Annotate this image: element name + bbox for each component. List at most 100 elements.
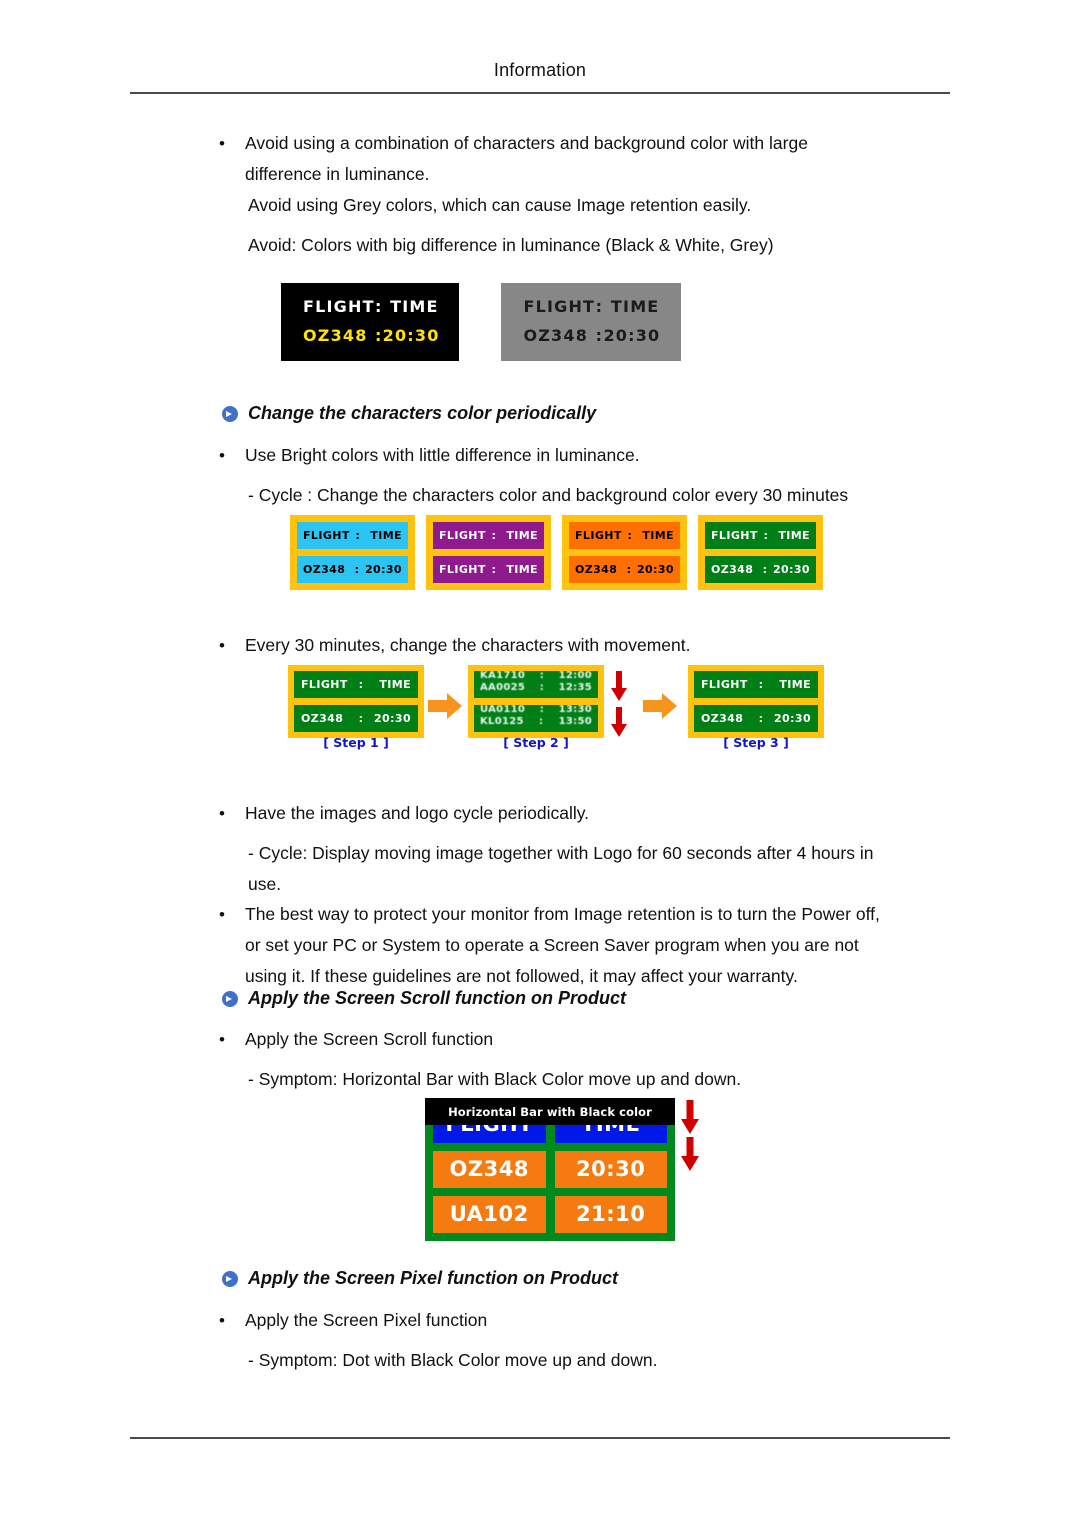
bullet-marker: •	[219, 134, 225, 153]
panel-row-data: OZ348 : 20:30	[705, 556, 816, 583]
flight-number: KA1710	[480, 671, 526, 681]
bullet-marker: •	[219, 446, 225, 465]
bullet-marker: •	[219, 636, 225, 655]
panel-row-header: FLIGHT : TIME	[297, 522, 408, 549]
paragraph-apply-screen-scroll: • Apply the Screen Scroll function	[215, 1024, 880, 1055]
time-value: 20:30	[373, 712, 411, 725]
flight-label: FLIGHT	[301, 678, 348, 691]
flight-number: OZ348	[303, 563, 346, 576]
time-value: 20:30	[772, 563, 810, 576]
separator: :	[491, 529, 497, 542]
board-row-ua102: UA102 21:10	[433, 1196, 667, 1233]
flight-label: FLIGHT	[711, 529, 758, 542]
flight-label: FLIGHT	[575, 529, 622, 542]
panel-row-header: FLIGHT : TIME	[569, 522, 680, 549]
time-label: TIME	[778, 529, 810, 542]
board-row-data: OZ348 : 20:30	[523, 326, 659, 345]
flight-number: OZ348	[303, 326, 368, 345]
flight-number: OZ348	[575, 563, 618, 576]
time-label: TIME	[506, 529, 538, 542]
step3-caption: [ Step 3 ]	[723, 735, 789, 750]
time-value-cell: 21:10	[554, 1196, 667, 1233]
page-header: Information	[0, 60, 1080, 81]
separator: :	[539, 716, 544, 727]
flight-label: FLIGHT	[439, 529, 486, 542]
time-value: 20:30	[636, 563, 674, 576]
separator: :	[763, 529, 769, 542]
down-arrow-icon	[681, 1137, 699, 1171]
flight-number: OZ348	[523, 326, 589, 345]
bullet-marker: •	[219, 1311, 225, 1330]
scroll-line: KL0125 : 13:50	[480, 716, 592, 728]
flight-board-grey: FLIGHT : TIME OZ348 : 20:30	[501, 283, 682, 361]
flight-label-2: FLIGHT	[439, 563, 486, 576]
flight-number: UA0110	[480, 705, 526, 715]
time-value: 20:30	[603, 326, 661, 345]
paragraph-apply-screen-pixel: • Apply the Screen Pixel function	[215, 1305, 880, 1336]
horizontal-black-bar-overlay: Horizontal Bar with Black color	[425, 1098, 675, 1125]
figure-contrast-boards: FLIGHT : TIME OZ348 : 20:30 FLIGHT : TIM…	[281, 283, 682, 361]
separator: :	[539, 671, 545, 681]
scroll-line: AA0025 : 12:35	[480, 682, 592, 694]
right-arrow-icon	[428, 693, 462, 719]
time-value: 13:30	[558, 705, 592, 715]
panel-row-data: OZ348 : 20:30	[694, 705, 818, 732]
section-heading-label: Apply the Screen Scroll function on Prod…	[248, 988, 627, 1008]
board-row-oz348: OZ348 20:30	[433, 1151, 667, 1188]
board-row-data: OZ348 : 20:30	[303, 326, 440, 345]
flight-number: KL0125	[480, 716, 524, 727]
flight-number-cell: UA102	[433, 1196, 546, 1233]
step2-caption: [ Step 2 ]	[503, 735, 569, 750]
panel-row-header: FLIGHT : TIME	[705, 522, 816, 549]
separator: :	[762, 563, 768, 576]
separator: :	[375, 326, 383, 345]
figure-step-sequence: FLIGHT : TIME OZ348 : 20:30 KA1710 : 12:…	[288, 665, 836, 760]
step3-panel: FLIGHT : TIME OZ348 : 20:30	[688, 665, 824, 738]
time-label: TIME	[779, 678, 811, 691]
page-title: Information	[493, 60, 587, 80]
section-heading-label: Change the characters color periodically	[248, 403, 597, 423]
section-heading-label: Apply the Screen Pixel function on Produ…	[248, 1268, 619, 1288]
separator: :	[539, 705, 545, 715]
purple-panel: FLIGHT : TIME FLIGHT : TIME	[426, 515, 551, 590]
paragraph-text: Apply the Screen Pixel function	[245, 1310, 488, 1330]
board-row-header: FLIGHT : TIME	[303, 297, 437, 316]
flight-label: FLIGHT	[701, 678, 748, 691]
separator: :	[758, 712, 764, 725]
flight-number: OZ348	[301, 712, 344, 725]
separator: :	[539, 682, 545, 693]
panel-row-scroll-bottom: UA0110 : 13:30 KL0125 : 13:50	[474, 705, 598, 732]
time-label: TIME	[370, 529, 402, 542]
flight-label: FLIGHT	[523, 297, 596, 316]
paragraph-symptom-horizontal-bar: - Symptom: Horizontal Bar with Black Col…	[248, 1069, 742, 1089]
time-value: 12:00	[558, 671, 592, 681]
time-label: TIME	[379, 678, 411, 691]
section-heading-screen-scroll: Apply the Screen Scroll function on Prod…	[222, 985, 626, 1011]
time-value: 20:30	[382, 326, 440, 345]
paragraph-symptom-dot: - Symptom: Dot with Black Color move up …	[248, 1350, 658, 1370]
arrow-circle-icon	[222, 1271, 238, 1287]
paragraph-text: The best way to protect your monitor fro…	[245, 904, 880, 986]
separator: :	[595, 297, 604, 316]
flight-number: AA0025	[480, 682, 526, 693]
paragraph-cycle-30-minutes: - Cycle : Change the characters color an…	[248, 485, 849, 505]
panel-row-data: FLIGHT : TIME	[433, 556, 544, 583]
paragraph-use-bright-colors: • Use Bright colors with little differen…	[215, 440, 880, 471]
time-value: 20:30	[364, 563, 402, 576]
paragraph-text: Avoid using a combination of characters …	[245, 133, 808, 184]
cyan-panel: FLIGHT : TIME OZ348 : 20:30	[290, 515, 415, 590]
flight-number-cell: OZ348	[433, 1151, 546, 1188]
panel-row-header: FLIGHT : TIME	[294, 671, 418, 698]
down-arrow-icon	[681, 1100, 699, 1134]
header-divider	[130, 92, 950, 94]
panel-row-header: FLIGHT : TIME	[694, 671, 818, 698]
step2-panel: KA1710 : 12:00 AA0025 : 12:35 UA0110 : 1…	[468, 665, 604, 738]
paragraph-avoid-colors: Avoid: Colors with big difference in lum…	[248, 235, 774, 255]
panel-row-data: OZ348 : 20:30	[297, 556, 408, 583]
paragraph-text: Have the images and logo cycle periodica…	[245, 803, 590, 823]
bullet-marker: •	[219, 905, 225, 924]
bullet-marker: •	[219, 804, 225, 823]
paragraph-cycle-moving-image: - Cycle: Display moving image together w…	[248, 843, 874, 894]
time-value: 13:50	[558, 716, 592, 727]
panel-row-data: OZ348 : 20:30	[569, 556, 680, 583]
